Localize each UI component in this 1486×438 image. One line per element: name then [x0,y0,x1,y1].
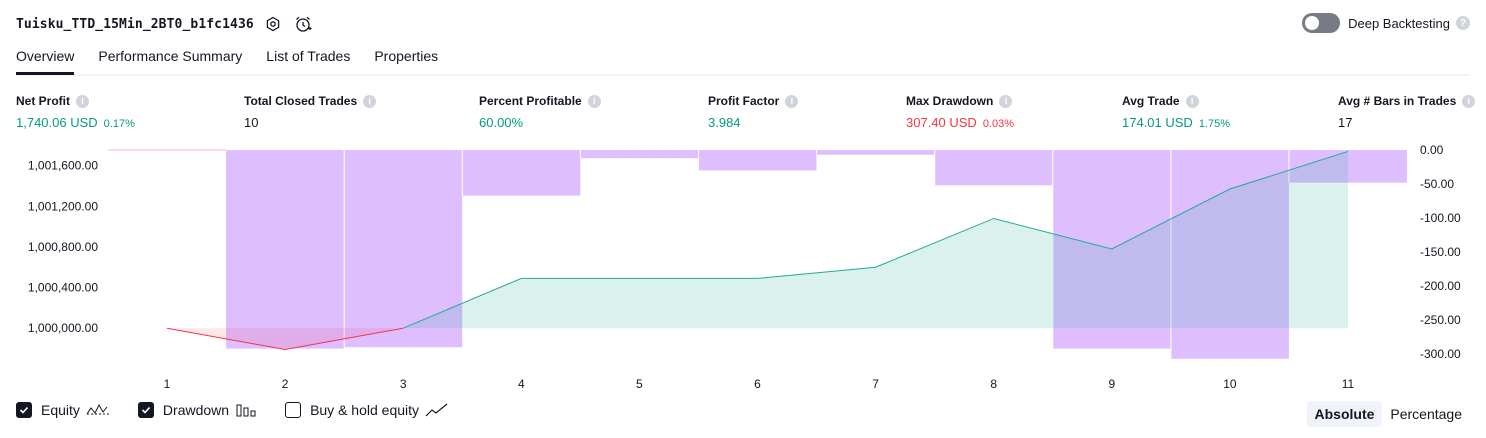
strategy-name: Tuisku_TTD_15Min_2BT0_b1fc1436 [16,16,254,32]
settings-icon[interactable] [262,13,284,35]
right-axis-tick: -200.00 [1420,279,1461,293]
metric-max-drawdown: Max Drawdown i 307.40 USD 0.03% [906,94,1014,130]
deep-backtesting-toggle[interactable] [1302,13,1341,33]
metric-label: Total Closed Trades [244,94,358,108]
metric-label: Percent Profitable [479,94,582,108]
info-icon[interactable]: i [999,94,1013,108]
drawdown-bar [462,150,581,196]
equity-drawdown-chart[interactable]: 1,001,600.00 1,001,200.00 1,000,800.00 1,00… [0,140,1486,395]
x-axis-tick: 4 [518,377,525,391]
equity-line-icon [86,402,110,418]
metric-total-closed-trades: Total Closed Trades i 10 [244,94,377,130]
metric-avg-trade: Avg Trade i 174.01 USD 1.75% [1122,94,1230,130]
left-axis-tick: 1,000,800.00 [28,240,98,254]
x-axis-tick: 10 [1223,377,1237,391]
add-alert-icon[interactable] [292,13,314,35]
help-icon[interactable]: ? [1456,16,1470,30]
metric-percent-profitable: Percent Profitable i 60.00% [479,94,601,130]
legend-equity[interactable]: Equity [16,402,110,418]
metric-profit-factor: Profit Factor i 3.984 [708,94,799,130]
drawdown-bar [580,150,699,159]
left-axis-tick: 1,000,400.00 [28,281,98,295]
metric-value: 17 [1338,115,1353,130]
metric-percent: 1.75% [1198,118,1231,130]
x-axis-tick: 11 [1342,377,1355,391]
metric-avg-bars-in-trades: Avg # Bars in Trades i 17 [1338,94,1476,130]
buy-hold-line-icon [425,402,449,418]
tab-overview[interactable]: Overview [16,44,75,75]
right-axis-tick: -150.00 [1420,245,1461,259]
right-axis-tick: -250.00 [1420,313,1461,327]
metric-value: 174.01 USD [1122,115,1193,130]
metric-value: 3.984 [708,115,741,130]
metric-label: Max Drawdown [906,94,994,108]
left-axis-tick: 1,000,000.00 [28,321,98,335]
x-axis-tick: 2 [282,377,289,391]
toggle-knob [1305,16,1320,30]
x-axis-tick: 3 [400,377,407,391]
metric-label: Net Profit [16,94,70,108]
x-axis-tick: 6 [754,377,761,391]
metric-label: Avg # Bars in Trades [1338,94,1457,108]
metric-percent: 0.03% [982,118,1015,130]
percentage-button[interactable]: Percentage [1382,401,1470,427]
drawdown-bars-icon [235,402,257,418]
metric-net-profit: Net Profit i 1,740.06 USD 0.17% [16,94,135,130]
drawdown-bar [226,150,345,349]
drawdown-checkbox[interactable] [137,402,154,418]
info-icon[interactable]: i [363,94,377,108]
chart-legend: Equity Drawdown Buy & hold equity [16,402,477,418]
info-icon[interactable]: i [1185,94,1199,108]
metric-value: 307.40 USD [906,115,977,130]
metric-value: 1,740.06 USD [16,115,98,130]
equity-checkbox[interactable] [16,402,32,418]
x-axis-tick: 7 [872,377,879,391]
right-axis-tick: 0.00 [1420,143,1444,157]
legend-drawdown[interactable]: Drawdown [137,402,257,418]
legend-label: Drawdown [162,402,230,418]
legend-label: Equity [41,402,80,418]
right-axis-tick: -300.00 [1420,347,1461,361]
info-icon[interactable]: i [1462,94,1476,108]
drawdown-bar [934,150,1053,186]
buy-hold-checkbox[interactable] [285,402,302,418]
deep-backtesting: Deep Backtesting ? [1302,13,1470,33]
display-mode: Absolute Percentage [1306,401,1471,427]
metric-label: Profit Factor [708,94,780,108]
absolute-button[interactable]: Absolute [1306,401,1383,427]
info-icon[interactable]: i [76,94,89,108]
metric-label: Avg Trade [1122,94,1180,108]
x-axis-tick: 9 [1108,377,1115,391]
metric-value: 60.00% [479,115,524,130]
info-icon[interactable]: i [785,94,799,108]
tab-properties[interactable]: Properties [374,44,438,72]
left-axis-tick: 1,001,200.00 [28,199,98,213]
right-axis-tick: -50.00 [1420,177,1454,191]
tab-performance-summary[interactable]: Performance Summary [98,44,242,72]
x-axis-tick: 5 [636,377,643,391]
metric-value: 10 [244,115,259,130]
x-axis-tick: 1 [164,377,171,391]
left-axis-tick: 1,001,600.00 [28,159,98,173]
right-axis-tick: -100.00 [1420,211,1461,225]
tab-list-of-trades[interactable]: List of Trades [266,44,350,72]
x-axis-tick: 8 [990,377,997,391]
drawdown-bar [816,150,935,155]
tab-bar: Overview Performance Summary List of Tra… [16,44,1470,76]
legend-label: Buy & hold equity [310,402,420,418]
legend-buy-hold-equity[interactable]: Buy & hold equity [285,402,449,418]
info-icon[interactable]: i [587,94,601,108]
deep-backtesting-label: Deep Backtesting [1348,15,1450,31]
metric-percent: 0.17% [103,118,135,130]
strategy-header: Tuisku_TTD_15Min_2BT0_b1fc1436 [16,12,314,36]
drawdown-bar [698,150,817,171]
